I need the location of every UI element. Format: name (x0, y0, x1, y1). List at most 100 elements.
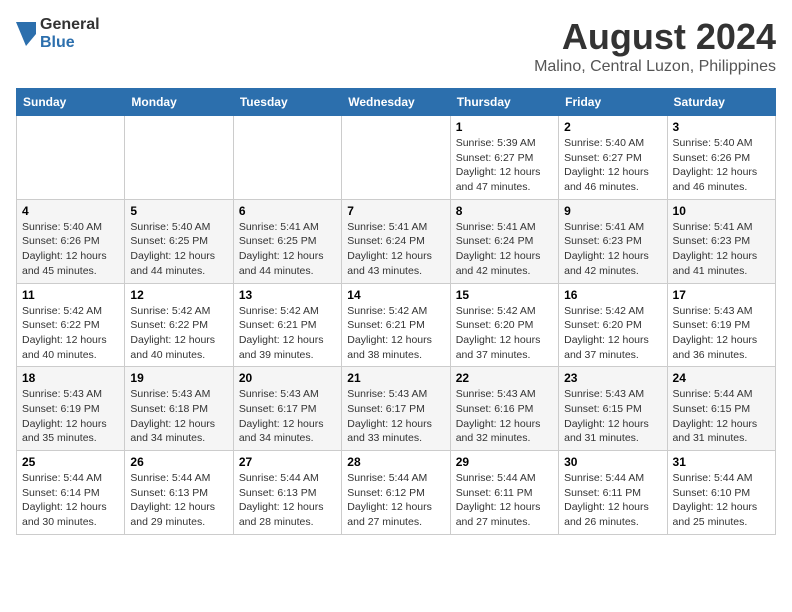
day-number: 2 (564, 120, 661, 134)
calendar-body: 1 Sunrise: 5:39 AM Sunset: 6:27 PM Daylig… (17, 116, 776, 535)
logo-text: General Blue (40, 16, 100, 51)
day-info: Sunrise: 5:42 AM Sunset: 6:20 PM Dayligh… (456, 304, 553, 363)
calendar-week-row: 25 Sunrise: 5:44 AM Sunset: 6:14 PM Dayli… (17, 451, 776, 535)
day-number: 17 (673, 288, 770, 302)
calendar-cell: 26 Sunrise: 5:44 AM Sunset: 6:13 PM Dayli… (125, 451, 233, 535)
day-of-week-header: Tuesday (233, 89, 341, 116)
day-info: Sunrise: 5:44 AM Sunset: 6:11 PM Dayligh… (564, 471, 661, 530)
calendar-cell: 28 Sunrise: 5:44 AM Sunset: 6:12 PM Dayli… (342, 451, 450, 535)
day-info: Sunrise: 5:44 AM Sunset: 6:13 PM Dayligh… (130, 471, 227, 530)
calendar-week-row: 1 Sunrise: 5:39 AM Sunset: 6:27 PM Daylig… (17, 116, 776, 200)
day-info: Sunrise: 5:39 AM Sunset: 6:27 PM Dayligh… (456, 136, 553, 195)
day-number: 22 (456, 371, 553, 385)
calendar-cell (233, 116, 341, 200)
calendar-cell (342, 116, 450, 200)
calendar-cell: 11 Sunrise: 5:42 AM Sunset: 6:22 PM Dayli… (17, 283, 125, 367)
day-info: Sunrise: 5:44 AM Sunset: 6:15 PM Dayligh… (673, 387, 770, 446)
day-number: 1 (456, 120, 553, 134)
day-number: 31 (673, 455, 770, 469)
day-info: Sunrise: 5:40 AM Sunset: 6:26 PM Dayligh… (673, 136, 770, 195)
calendar-cell: 14 Sunrise: 5:42 AM Sunset: 6:21 PM Dayli… (342, 283, 450, 367)
day-number: 15 (456, 288, 553, 302)
calendar-cell (125, 116, 233, 200)
day-info: Sunrise: 5:41 AM Sunset: 6:24 PM Dayligh… (456, 220, 553, 279)
day-info: Sunrise: 5:43 AM Sunset: 6:17 PM Dayligh… (347, 387, 444, 446)
day-info: Sunrise: 5:44 AM Sunset: 6:10 PM Dayligh… (673, 471, 770, 530)
day-info: Sunrise: 5:41 AM Sunset: 6:25 PM Dayligh… (239, 220, 336, 279)
day-of-week-header: Wednesday (342, 89, 450, 116)
day-number: 18 (22, 371, 119, 385)
day-of-week-header: Sunday (17, 89, 125, 116)
day-of-week-header: Saturday (667, 89, 775, 116)
day-of-week-header: Monday (125, 89, 233, 116)
calendar-week-row: 11 Sunrise: 5:42 AM Sunset: 6:22 PM Dayli… (17, 283, 776, 367)
calendar-cell: 15 Sunrise: 5:42 AM Sunset: 6:20 PM Dayli… (450, 283, 558, 367)
calendar-cell: 19 Sunrise: 5:43 AM Sunset: 6:18 PM Dayli… (125, 367, 233, 451)
day-number: 11 (22, 288, 119, 302)
day-info: Sunrise: 5:44 AM Sunset: 6:14 PM Dayligh… (22, 471, 119, 530)
calendar-cell: 10Sunrise: 5:41 AM Sunset: 6:23 PM Dayli… (667, 199, 775, 283)
day-number: 10 (673, 204, 770, 218)
day-info: Sunrise: 5:40 AM Sunset: 6:25 PM Dayligh… (130, 220, 227, 279)
day-number: 25 (22, 455, 119, 469)
day-number: 7 (347, 204, 444, 218)
day-number: 24 (673, 371, 770, 385)
day-info: Sunrise: 5:44 AM Sunset: 6:11 PM Dayligh… (456, 471, 553, 530)
day-info: Sunrise: 5:43 AM Sunset: 6:16 PM Dayligh… (456, 387, 553, 446)
day-number: 19 (130, 371, 227, 385)
calendar-cell: 31 Sunrise: 5:44 AM Sunset: 6:10 PM Dayli… (667, 451, 775, 535)
day-info: Sunrise: 5:40 AM Sunset: 6:26 PM Dayligh… (22, 220, 119, 279)
day-info: Sunrise: 5:44 AM Sunset: 6:12 PM Dayligh… (347, 471, 444, 530)
day-number: 27 (239, 455, 336, 469)
calendar-cell (17, 116, 125, 200)
day-number: 14 (347, 288, 444, 302)
day-info: Sunrise: 5:42 AM Sunset: 6:21 PM Dayligh… (347, 304, 444, 363)
day-number: 29 (456, 455, 553, 469)
calendar-cell: 17 Sunrise: 5:43 AM Sunset: 6:19 PM Dayli… (667, 283, 775, 367)
day-info: Sunrise: 5:41 AM Sunset: 6:23 PM Dayligh… (564, 220, 661, 279)
logo-blue: Blue (40, 34, 100, 52)
calendar-cell: 3 Sunrise: 5:40 AM Sunset: 6:26 PM Daylig… (667, 116, 775, 200)
day-number: 30 (564, 455, 661, 469)
calendar-cell: 29 Sunrise: 5:44 AM Sunset: 6:11 PM Dayli… (450, 451, 558, 535)
day-number: 26 (130, 455, 227, 469)
calendar-cell: 20 Sunrise: 5:43 AM Sunset: 6:17 PM Dayli… (233, 367, 341, 451)
day-number: 28 (347, 455, 444, 469)
calendar-cell: 1 Sunrise: 5:39 AM Sunset: 6:27 PM Daylig… (450, 116, 558, 200)
day-number: 8 (456, 204, 553, 218)
calendar-cell: 27 Sunrise: 5:44 AM Sunset: 6:13 PM Dayli… (233, 451, 341, 535)
calendar-cell: 4Sunrise: 5:40 AM Sunset: 6:26 PM Daylig… (17, 199, 125, 283)
calendar-header-row: SundayMondayTuesdayWednesdayThursdayFrid… (17, 89, 776, 116)
calendar-cell: 12Sunrise: 5:42 AM Sunset: 6:22 PM Dayli… (125, 283, 233, 367)
calendar-week-row: 18Sunrise: 5:43 AM Sunset: 6:19 PM Dayli… (17, 367, 776, 451)
day-info: Sunrise: 5:42 AM Sunset: 6:22 PM Dayligh… (130, 304, 227, 363)
day-info: Sunrise: 5:43 AM Sunset: 6:18 PM Dayligh… (130, 387, 227, 446)
day-info: Sunrise: 5:40 AM Sunset: 6:27 PM Dayligh… (564, 136, 661, 195)
calendar-cell: 21 Sunrise: 5:43 AM Sunset: 6:17 PM Dayli… (342, 367, 450, 451)
calendar-week-row: 4Sunrise: 5:40 AM Sunset: 6:26 PM Daylig… (17, 199, 776, 283)
day-info: Sunrise: 5:43 AM Sunset: 6:15 PM Dayligh… (564, 387, 661, 446)
calendar-cell: 2 Sunrise: 5:40 AM Sunset: 6:27 PM Daylig… (559, 116, 667, 200)
calendar-cell: 13 Sunrise: 5:42 AM Sunset: 6:21 PM Dayli… (233, 283, 341, 367)
day-info: Sunrise: 5:44 AM Sunset: 6:13 PM Dayligh… (239, 471, 336, 530)
day-number: 6 (239, 204, 336, 218)
day-number: 20 (239, 371, 336, 385)
day-info: Sunrise: 5:42 AM Sunset: 6:21 PM Dayligh… (239, 304, 336, 363)
calendar-cell: 24 Sunrise: 5:44 AM Sunset: 6:15 PM Dayli… (667, 367, 775, 451)
logo: General Blue (16, 16, 100, 51)
day-of-week-header: Friday (559, 89, 667, 116)
day-info: Sunrise: 5:43 AM Sunset: 6:19 PM Dayligh… (673, 304, 770, 363)
logo-icon (16, 22, 36, 46)
day-info: Sunrise: 5:43 AM Sunset: 6:17 PM Dayligh… (239, 387, 336, 446)
day-number: 23 (564, 371, 661, 385)
day-number: 5 (130, 204, 227, 218)
calendar-cell: 16Sunrise: 5:42 AM Sunset: 6:20 PM Dayli… (559, 283, 667, 367)
header: General Blue August 2024 Malino, Central… (16, 16, 776, 76)
calendar-cell: 9Sunrise: 5:41 AM Sunset: 6:23 PM Daylig… (559, 199, 667, 283)
day-number: 13 (239, 288, 336, 302)
day-number: 21 (347, 371, 444, 385)
calendar-cell: 23 Sunrise: 5:43 AM Sunset: 6:15 PM Dayli… (559, 367, 667, 451)
day-number: 3 (673, 120, 770, 134)
day-number: 16 (564, 288, 661, 302)
day-info: Sunrise: 5:42 AM Sunset: 6:22 PM Dayligh… (22, 304, 119, 363)
